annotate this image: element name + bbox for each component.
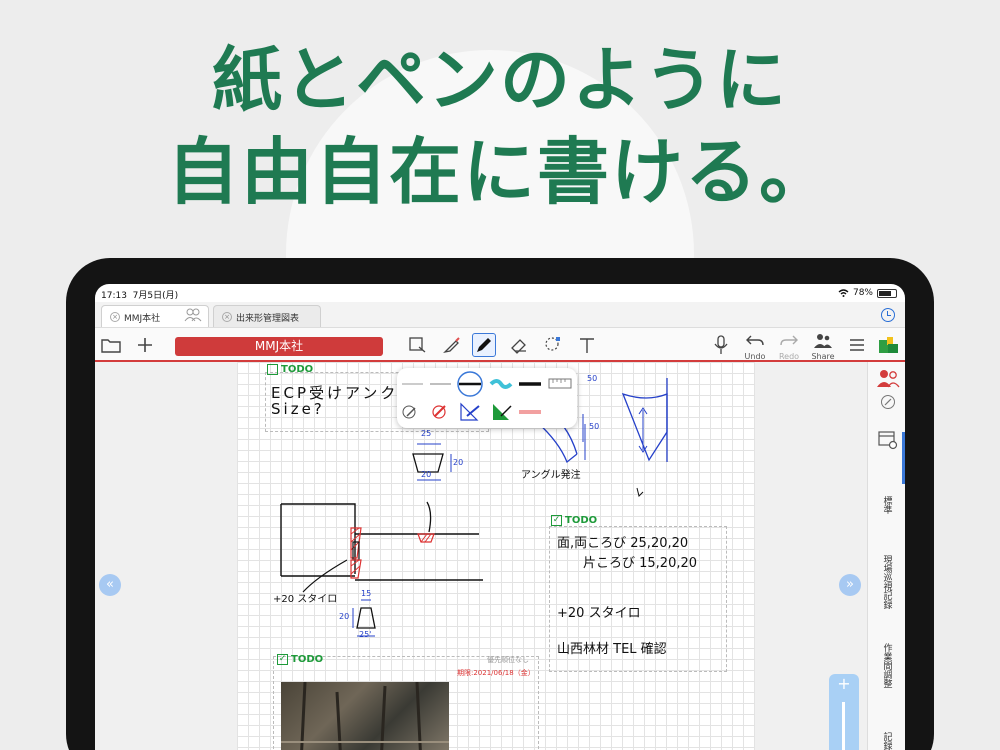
- todo-title: TODO: [291, 654, 324, 665]
- dimension-label: 20: [339, 612, 350, 621]
- next-page-icon[interactable]: »: [839, 574, 861, 596]
- todo-header-2[interactable]: ✓ TODO: [551, 515, 597, 526]
- dimension-label: 50: [587, 374, 598, 383]
- eraser-icon[interactable]: [507, 333, 531, 357]
- wifi-icon: [838, 289, 849, 297]
- pen-tool-icon[interactable]: [472, 333, 496, 357]
- panel-tab-standard[interactable]: 標準: [868, 480, 905, 530]
- add-panel-bar: [842, 702, 845, 750]
- history-clock-icon[interactable]: [881, 308, 895, 322]
- dimension-label: 20: [421, 470, 432, 479]
- battery-fill: [879, 290, 892, 296]
- menu-icon[interactable]: [845, 333, 869, 357]
- shape-select-icon[interactable]: [541, 333, 565, 357]
- undo-icon[interactable]: [743, 330, 767, 354]
- close-tab-icon[interactable]: ×: [222, 312, 232, 322]
- dimension-label: 15: [361, 589, 372, 598]
- lasso-select-icon[interactable]: [405, 333, 429, 357]
- red-pen-icon[interactable]: [432, 405, 446, 419]
- panel-active-indicator: [902, 432, 905, 484]
- status-bar: 17:13 7月5日(月) 78%: [95, 284, 905, 302]
- handwriting-note: アングル発注: [521, 470, 581, 481]
- handwriting-line: +20 スタイロ: [557, 606, 641, 621]
- tab-mmj[interactable]: × MMJ本社: [101, 305, 209, 327]
- shape-pen-icon[interactable]: [402, 405, 416, 419]
- document-title[interactable]: MMJ本社: [175, 337, 383, 356]
- status-time-date: 17:13 7月5日(月): [101, 288, 178, 301]
- tab-label: MMJ本社: [124, 314, 161, 324]
- todo-title: TODO: [565, 515, 598, 526]
- dimension-label: 25: [421, 429, 432, 438]
- redo-label: Redo: [778, 352, 800, 361]
- app-logo-icon[interactable]: [877, 333, 901, 357]
- share-label: Share: [811, 352, 835, 361]
- site-photo[interactable]: [281, 681, 449, 750]
- close-tab-icon[interactable]: ×: [110, 312, 120, 322]
- todo-checkbox-checked[interactable]: ✓: [277, 654, 288, 665]
- text-tool-icon[interactable]: [575, 333, 599, 357]
- toolbar: MMJ本社 Undo Redo Share: [95, 328, 905, 362]
- marker-icon[interactable]: [440, 333, 464, 357]
- todo-due-date[interactable]: 期限:2021/06/18（金）: [457, 668, 535, 678]
- panel-tab-work-coordination[interactable]: 作業間調整: [868, 634, 905, 696]
- members-icon[interactable]: [876, 368, 900, 388]
- todo-header-3[interactable]: ✓ TODO: [277, 654, 323, 665]
- tab-dekigata[interactable]: × 出来形管理図表: [213, 305, 321, 327]
- blue-triangle-pen-icon[interactable]: [460, 402, 480, 421]
- panel-tab-site-patrol[interactable]: 現場巡視記録: [868, 542, 905, 622]
- status-time: 17:13: [101, 291, 127, 301]
- edit-note-icon[interactable]: [880, 394, 896, 410]
- handwriting-line: 面,両ころび 25,20,20: [557, 536, 689, 551]
- previous-page-icon[interactable]: «: [99, 574, 121, 596]
- pen-options: [402, 371, 572, 421]
- dimension-label: 25': [359, 630, 372, 639]
- add-page-panel[interactable]: +: [829, 674, 859, 750]
- todo-checkbox-checked[interactable]: ✓: [551, 515, 562, 526]
- add-icon[interactable]: [133, 333, 157, 357]
- handwriting-note: +20 スタイロ: [273, 594, 338, 605]
- app-screen: 17:13 7月5日(月) 78% × MMJ本社 × 出来形管理図表 MMJ本…: [95, 284, 905, 750]
- right-side-panel: 標準 現場巡視記録 作業間調整 記録: [867, 362, 905, 750]
- dimension-label: 20: [453, 458, 464, 467]
- undo-label: Undo: [744, 352, 766, 361]
- redo-icon[interactable]: [777, 330, 801, 354]
- tab-bar: × MMJ本社 × 出来形管理図表: [95, 302, 905, 328]
- handwriting-line: 山西林材 TEL 確認: [557, 642, 667, 657]
- tab-label: 出来形管理図表: [236, 314, 300, 324]
- battery-percent: 78%: [852, 288, 873, 298]
- handwriting-line: 片ころび 15,20,20: [583, 556, 698, 571]
- status-date: 7月5日(月): [132, 291, 179, 301]
- users-icon[interactable]: [184, 308, 202, 322]
- headline-line-2: 自由自在に書ける。: [166, 130, 833, 214]
- panel-tab-record[interactable]: 記録: [868, 718, 905, 750]
- dimension-label: 50: [589, 422, 600, 431]
- template-settings-icon[interactable]: [878, 430, 898, 450]
- share-icon[interactable]: [811, 329, 835, 353]
- folder-icon[interactable]: [99, 333, 123, 357]
- todo-priority[interactable]: 優先順位なし: [487, 655, 529, 665]
- battery-icon: [877, 288, 897, 298]
- add-page-icon[interactable]: +: [837, 674, 850, 693]
- green-triangle-pen-icon[interactable]: [493, 404, 512, 420]
- status-right: 78%: [838, 288, 897, 298]
- microphone-icon[interactable]: [709, 333, 733, 357]
- headline-line-1: 紙とペンのように: [212, 39, 788, 121]
- photo-trees: [281, 681, 449, 750]
- pen-cyan-highlighter[interactable]: [489, 379, 513, 389]
- pen-palette-popup: [397, 368, 577, 428]
- pen-medium-selected[interactable]: [457, 371, 483, 397]
- ruler-icon[interactable]: [548, 378, 572, 389]
